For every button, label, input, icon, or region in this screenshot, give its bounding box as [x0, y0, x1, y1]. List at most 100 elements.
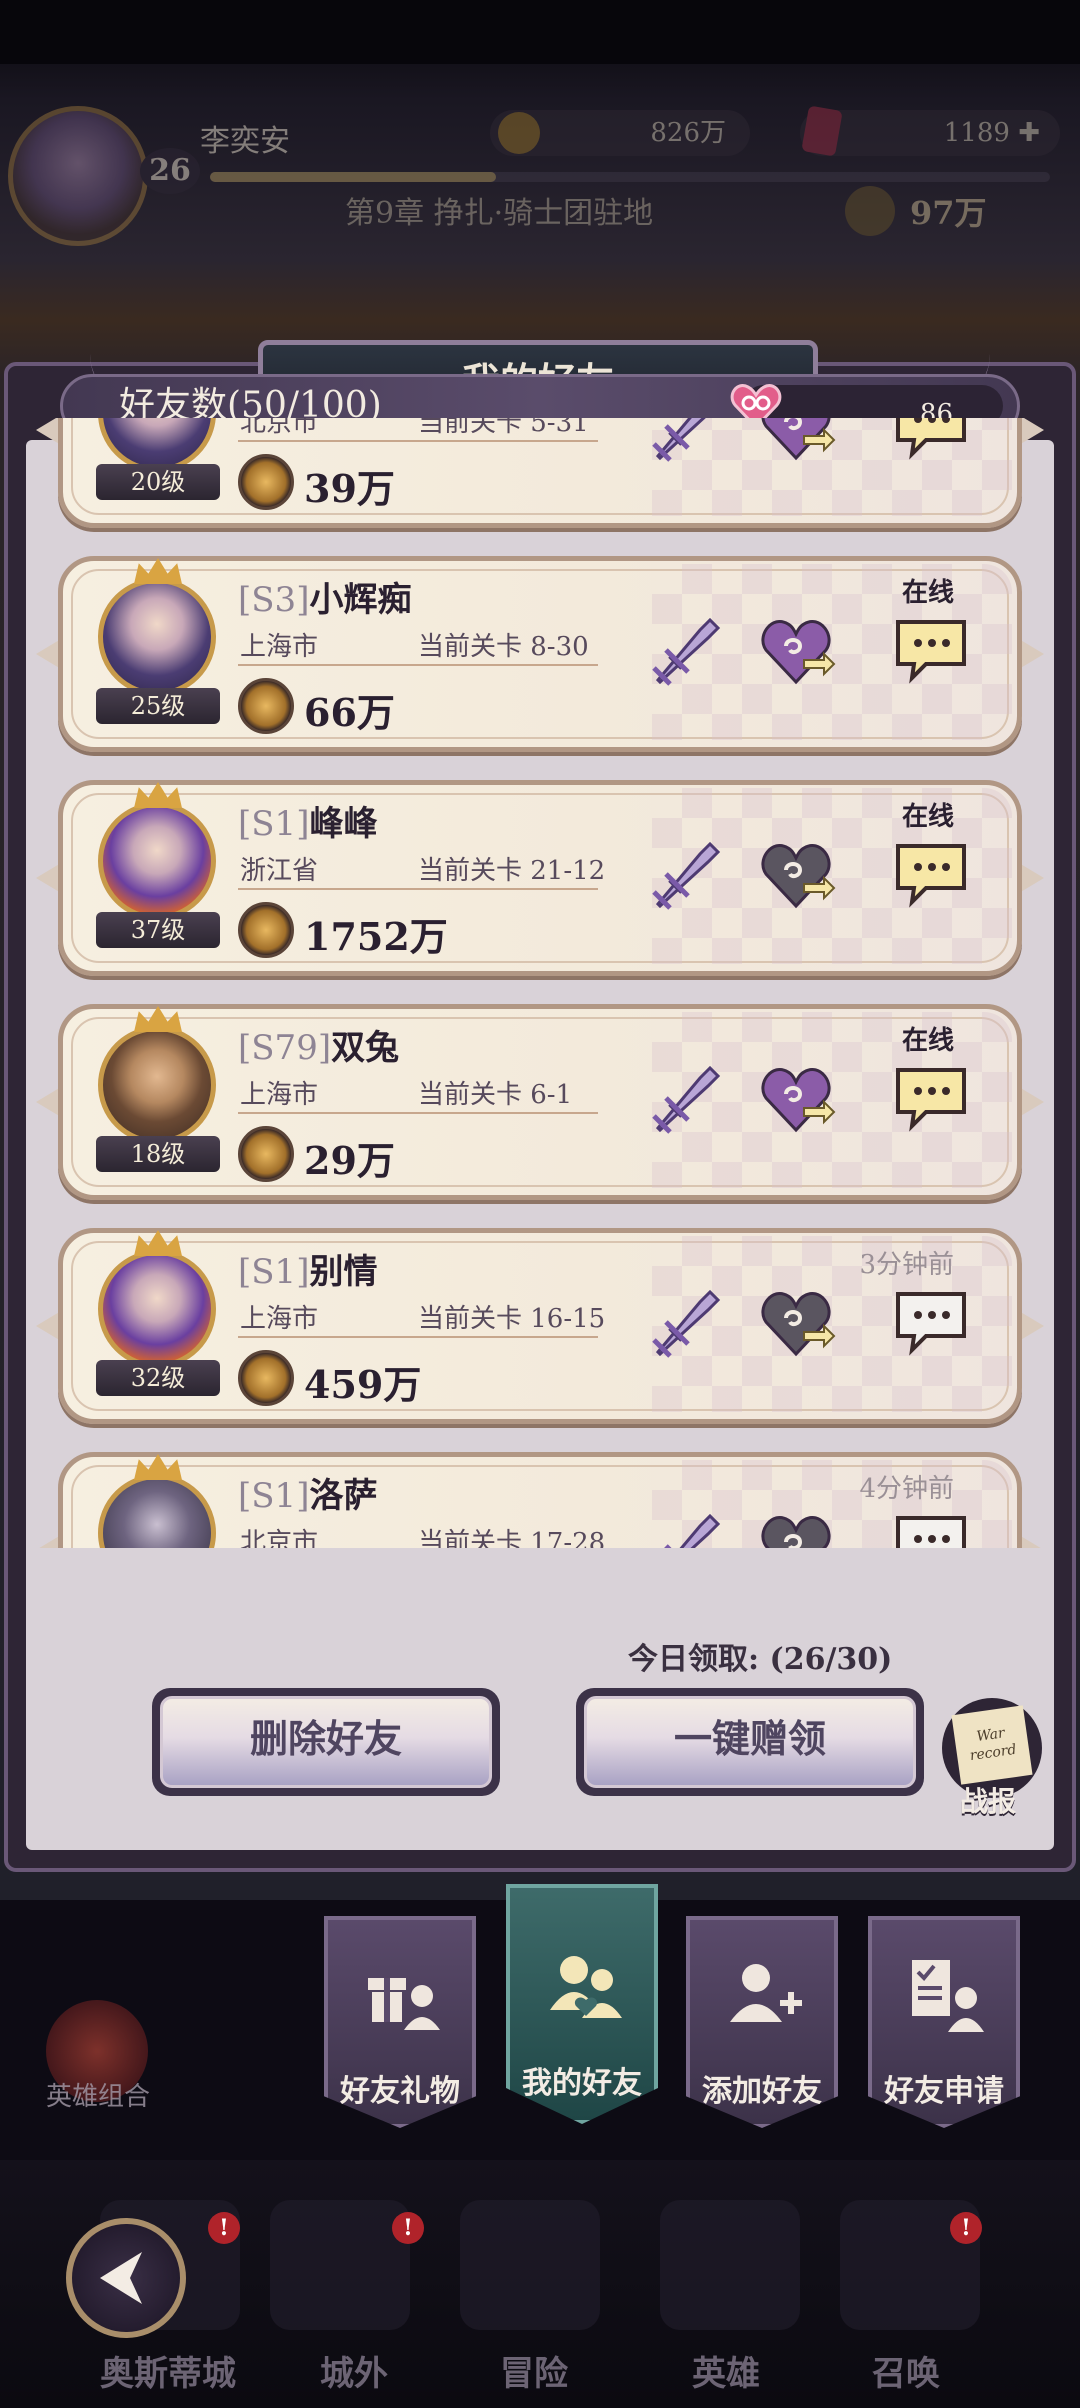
- battle-icon[interactable]: [648, 610, 728, 690]
- friend-avatar[interactable]: [98, 802, 216, 920]
- friend-power: 39万: [304, 466, 395, 511]
- friend-row[interactable]: 20级 北京市 当前关卡 5-31 39万: [36, 418, 1044, 528]
- chat-icon[interactable]: [892, 610, 972, 690]
- nav-adventure[interactable]: 冒险: [500, 2346, 568, 2395]
- coin-icon: [498, 112, 540, 154]
- send-heart-icon[interactable]: [758, 1058, 838, 1138]
- tab-my-friends[interactable]: 我的好友: [506, 1884, 658, 2124]
- friend-city: 北京市: [240, 418, 319, 438]
- player-power-value: 97万: [910, 194, 987, 232]
- friend-name: [S1]别情: [238, 1244, 377, 1293]
- tab-add-friend-label: 添加好友: [702, 2074, 822, 2109]
- friend-status: 3分钟前: [859, 1250, 954, 1280]
- friend-name-text: 洛萨: [309, 1476, 378, 1516]
- battle-icon[interactable]: [648, 834, 728, 914]
- gift-friend-icon: [368, 1978, 440, 2030]
- friend-server: [S3]: [238, 580, 310, 620]
- friend-power: 29万: [304, 1138, 395, 1183]
- send-heart-icon[interactable]: [758, 1506, 838, 1548]
- player-level: 26: [140, 148, 200, 194]
- friend-request-icon: [912, 1960, 984, 2032]
- row-divider: [238, 1336, 598, 1338]
- friend-stage: 当前关卡 6-1: [418, 1080, 573, 1110]
- power-icon: [238, 1126, 294, 1182]
- nav-city-badge: !: [208, 2212, 240, 2244]
- nav-city[interactable]: 奥斯蒂城: [100, 2346, 236, 2395]
- friend-status: 在线: [901, 578, 954, 608]
- friend-name-text: 小辉痴: [309, 580, 412, 620]
- nav-summon[interactable]: 召唤: [872, 2346, 940, 2395]
- friend-avatar[interactable]: [98, 1026, 216, 1144]
- row-divider: [238, 888, 598, 890]
- friend-name: [S3]小辉痴: [238, 572, 411, 621]
- chat-icon[interactable]: [892, 834, 972, 914]
- gift-all-button[interactable]: 一键赠领: [576, 1688, 924, 1796]
- friend-server: [S1]: [238, 804, 310, 844]
- power-icon: [238, 1350, 294, 1406]
- friend-level: 25级: [96, 688, 220, 724]
- nav-outside[interactable]: 城外: [320, 2346, 388, 2395]
- send-heart-icon[interactable]: [758, 1282, 838, 1362]
- friend-power: 459万: [304, 1362, 422, 1407]
- friend-status: 在线: [901, 1026, 954, 1056]
- delete-friend-button[interactable]: 删除好友: [152, 1688, 500, 1796]
- chat-icon[interactable]: [892, 1282, 972, 1362]
- nav-summon-badge: !: [950, 2212, 982, 2244]
- friend-level: 18级: [96, 1136, 220, 1172]
- friend-power: 66万: [304, 690, 395, 735]
- friend-name-text: 双兔: [331, 1028, 400, 1068]
- back-button[interactable]: [66, 2218, 186, 2338]
- friends-heart-icon: [550, 1956, 622, 2018]
- exp-bar: [210, 172, 1050, 182]
- friend-row[interactable]: 25级 [S3]小辉痴 上海市 当前关卡 8-30 66万 在线: [36, 556, 1044, 752]
- friend-name: [S1]峰峰: [238, 796, 377, 845]
- player-power: 97万: [840, 188, 987, 234]
- friend-row[interactable]: 37级 [S1]峰峰 浙江省 当前关卡 21-12 1752万 在线: [36, 780, 1044, 976]
- nav-hero[interactable]: 英雄: [692, 2346, 760, 2395]
- friend-row[interactable]: 18级 [S79]双兔上海市 当前关卡 6-1 29万 在线: [36, 1004, 1044, 1200]
- row-divider: [238, 1112, 598, 1114]
- outside-nav-art: [270, 2200, 410, 2330]
- tab-add-friend[interactable]: 添加好友: [686, 1916, 838, 2128]
- battle-icon[interactable]: [648, 1506, 728, 1548]
- friend-server: [S1]: [238, 1252, 310, 1292]
- friend-level: 37级: [96, 912, 220, 948]
- tab-friend-request[interactable]: 好友申请: [868, 1916, 1020, 2128]
- friend-stage: 当前关卡 21-12: [418, 856, 606, 886]
- battle-icon[interactable]: [648, 1282, 728, 1362]
- chat-icon[interactable]: [892, 1506, 972, 1548]
- friend-server: [S1]: [238, 1476, 310, 1516]
- send-heart-icon[interactable]: [758, 610, 838, 690]
- status-bar-area: [0, 0, 1080, 64]
- send-heart-icon[interactable]: [758, 418, 838, 466]
- add-friend-icon: [730, 1964, 802, 2022]
- friend-stage: 当前关卡 5-31: [418, 418, 589, 438]
- friend-name: [S79]双兔: [238, 1020, 399, 1069]
- friend-city: 浙江省: [240, 856, 319, 886]
- chat-icon[interactable]: [892, 418, 972, 466]
- tab-friend-gift[interactable]: 好友礼物: [324, 1916, 476, 2128]
- tab-friend-request-label: 好友申请: [884, 2074, 1004, 2109]
- gem-value: 1189: [943, 118, 1010, 148]
- chat-icon[interactable]: [892, 1058, 972, 1138]
- battle-icon[interactable]: [648, 418, 728, 466]
- battle-icon[interactable]: [648, 1058, 728, 1138]
- friend-stage: 当前关卡 17-28: [418, 1528, 606, 1548]
- friend-city: 上海市: [240, 632, 319, 662]
- friend-status: 在线: [901, 802, 954, 832]
- friend-list[interactable]: 20级 北京市 当前关卡 5-31 39万 25级 [S3]小辉痴 上海市 当前关卡 8-30…: [28, 418, 1052, 1548]
- friend-avatar[interactable]: [98, 1250, 216, 1368]
- friend-city: 上海市: [240, 1080, 319, 1110]
- friend-avatar[interactable]: [98, 578, 216, 696]
- power-icon: [238, 454, 294, 510]
- player-avatar[interactable]: [8, 106, 148, 246]
- chapter-title: 第9章 挣扎·骑士团驻地: [345, 196, 654, 231]
- power-icon: [238, 678, 294, 734]
- row-divider: [238, 440, 598, 442]
- friend-row[interactable]: [S1]洛萨 北京市 当前关卡 17-28 4分钟前: [36, 1452, 1044, 1548]
- hero-nav-art: [660, 2200, 800, 2330]
- friend-level: 32级: [96, 1360, 220, 1396]
- nav-outside-badge: !: [392, 2212, 424, 2244]
- friend-row[interactable]: 32级 [S1]别情 上海市 当前关卡 16-15 459万 3分钟前: [36, 1228, 1044, 1424]
- send-heart-icon[interactable]: [758, 834, 838, 914]
